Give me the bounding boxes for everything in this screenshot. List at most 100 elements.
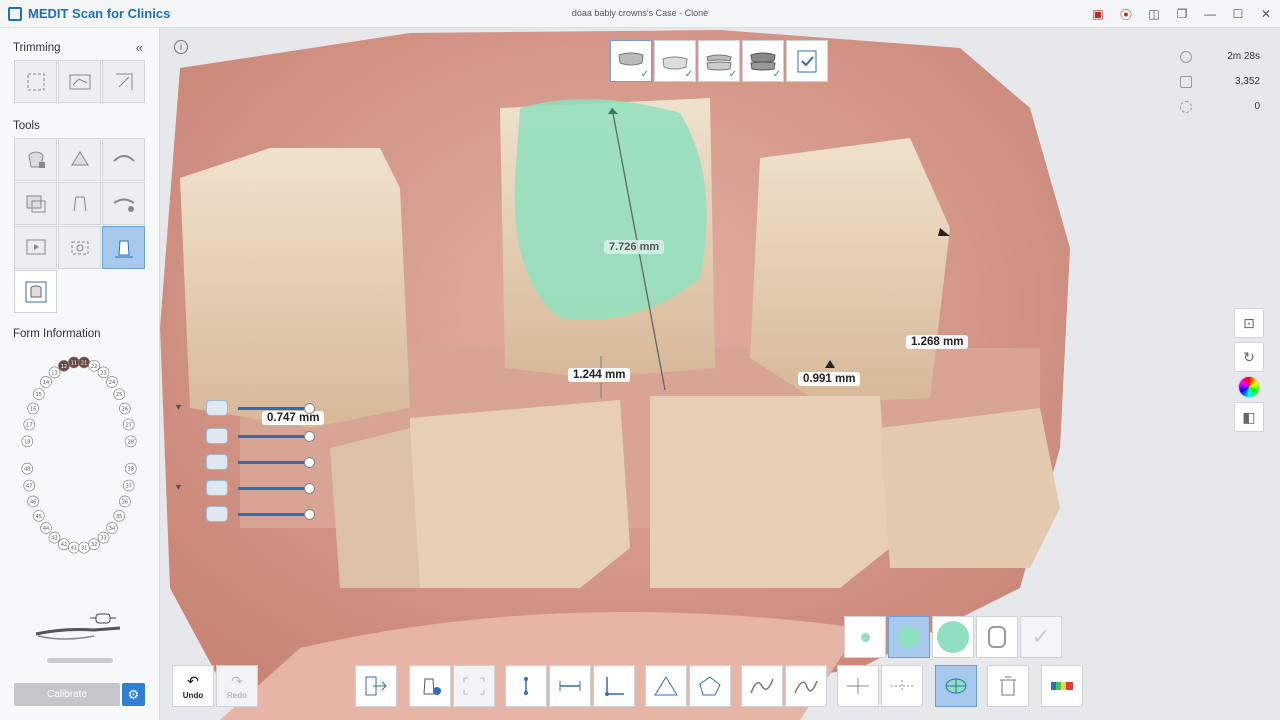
fill-hole-tool[interactable] xyxy=(58,138,101,181)
slider-handle[interactable] xyxy=(304,431,315,442)
play-tool[interactable] xyxy=(14,226,57,269)
tooth-layer-icon[interactable] xyxy=(206,454,228,470)
brush-large[interactable] xyxy=(932,616,974,658)
tooth-45[interactable]: 45 xyxy=(32,509,45,522)
tooth-48[interactable]: 48 xyxy=(21,462,34,475)
upper-jaw-icon[interactable] xyxy=(206,400,228,416)
opacity-slider[interactable] xyxy=(238,513,310,516)
cross-section-button[interactable] xyxy=(837,665,879,707)
vertical-distance-button[interactable] xyxy=(505,665,547,707)
tooth-44[interactable]: 44 xyxy=(40,522,52,534)
curve-measure-2-button[interactable] xyxy=(785,665,827,707)
slider-handle[interactable] xyxy=(304,403,315,414)
measurement-gap-right[interactable]: 0.991 mm xyxy=(798,372,861,386)
opacity-slider[interactable] xyxy=(238,407,310,410)
triangle-measure-button[interactable] xyxy=(645,665,687,707)
delete-button[interactable] xyxy=(987,665,1029,707)
lower-jaw-icon[interactable] xyxy=(206,480,228,496)
trim-lasso-tool[interactable] xyxy=(58,60,101,103)
opacity-slider[interactable] xyxy=(238,487,310,490)
measurement-height[interactable]: 7.726 mm xyxy=(604,240,665,254)
cylinder-tool[interactable] xyxy=(14,270,57,313)
exit-tool-button[interactable] xyxy=(355,665,397,707)
tooth-23[interactable]: 23 xyxy=(97,366,110,379)
tooth-35[interactable]: 35 xyxy=(113,509,126,522)
cross-section-2-button[interactable] xyxy=(881,665,923,707)
tooth-13[interactable]: 13 xyxy=(48,366,61,379)
tooth-42[interactable]: 42 xyxy=(58,538,70,551)
maximize-button[interactable]: ☐ xyxy=(1224,0,1252,28)
tooth-46[interactable]: 46 xyxy=(27,495,39,508)
step-lower-jaw[interactable]: ✓ xyxy=(654,40,696,82)
tooth-26[interactable]: 26 xyxy=(119,402,131,415)
trim-box-tool[interactable] xyxy=(14,60,57,103)
tooth-36[interactable]: 36 xyxy=(119,495,131,508)
tooth-43[interactable]: 43 xyxy=(48,531,61,544)
slider-handle[interactable] xyxy=(304,483,315,494)
tooth-17[interactable]: 17 xyxy=(23,418,36,431)
step-bite[interactable]: ✓ xyxy=(742,40,784,82)
compare-tool[interactable] xyxy=(14,182,57,225)
angle-distance-button[interactable] xyxy=(593,665,635,707)
tooth-21[interactable]: 21 xyxy=(78,356,90,369)
tooth-34[interactable]: 34 xyxy=(106,522,118,534)
arch-tool[interactable] xyxy=(102,138,145,181)
redo-button[interactable]: ↷ Redo xyxy=(216,665,258,707)
tooth-22[interactable]: 22 xyxy=(88,359,100,372)
slider-handle[interactable] xyxy=(304,457,315,468)
collapse-panel-icon[interactable]: « xyxy=(136,40,143,55)
heatmap-button[interactable] xyxy=(1041,665,1083,707)
tooth-11[interactable]: 11 xyxy=(68,356,80,369)
opacity-slider[interactable] xyxy=(238,435,310,438)
tooth-14[interactable]: 14 xyxy=(40,376,52,388)
capture-tool[interactable] xyxy=(58,226,101,269)
tooth-18[interactable]: 18 xyxy=(21,435,34,448)
measurement-gap-center[interactable]: 1.244 mm xyxy=(568,368,631,382)
tooth-16[interactable]: 16 xyxy=(27,402,39,415)
screen-record-icon[interactable]: ▣ xyxy=(1084,0,1112,28)
gear-icon[interactable]: ⚙ xyxy=(122,683,145,706)
lower-pre-icon[interactable] xyxy=(206,506,228,522)
tooth-12[interactable]: 12 xyxy=(58,359,70,372)
tooth-47[interactable]: 47 xyxy=(23,479,36,492)
tooth-38[interactable]: 38 xyxy=(124,462,137,475)
step-upper-jaw[interactable]: ✓ xyxy=(610,40,652,82)
record-button[interactable]: ⦿ xyxy=(1112,0,1140,28)
screenshot-icon[interactable]: ◫ xyxy=(1140,0,1168,28)
camera-view-icon[interactable]: ⊡ xyxy=(1234,308,1264,338)
tooth-41[interactable]: 41 xyxy=(68,541,80,554)
close-button[interactable]: ✕ xyxy=(1252,0,1280,28)
caret-down-icon[interactable]: ▼ xyxy=(174,402,183,412)
dental-scan-model[interactable] xyxy=(160,28,1280,720)
rotate-icon[interactable]: ↻ xyxy=(1234,342,1264,372)
tooth-31[interactable]: 31 xyxy=(78,541,90,554)
measure-tool[interactable] xyxy=(102,226,145,269)
add-tooth-button[interactable] xyxy=(409,665,451,707)
undo-button[interactable]: ↶ Undo xyxy=(172,665,214,707)
step-review[interactable] xyxy=(786,40,828,82)
curve-measure-button[interactable] xyxy=(741,665,783,707)
margin-tool[interactable] xyxy=(58,182,101,225)
tooth-15[interactable]: 15 xyxy=(32,388,45,401)
polygon-measure-button[interactable] xyxy=(689,665,731,707)
info-icon[interactable]: i xyxy=(174,40,188,54)
area-paint-button[interactable] xyxy=(935,665,977,707)
tooth-37[interactable]: 37 xyxy=(122,479,135,492)
opacity-slider[interactable] xyxy=(238,461,310,464)
apply-check-icon[interactable]: ✓ xyxy=(1020,616,1062,658)
eraser-toggle-icon[interactable] xyxy=(976,616,1018,658)
trim-polygon-tool[interactable] xyxy=(102,60,145,103)
tooth-32[interactable]: 32 xyxy=(88,538,100,551)
caret-down-icon[interactable]: ▼ xyxy=(174,482,183,492)
brush-small[interactable] xyxy=(844,616,886,658)
horizontal-distance-button[interactable] xyxy=(549,665,591,707)
tooth-27[interactable]: 27 xyxy=(122,418,135,431)
step-occlusion[interactable]: ✓ xyxy=(698,40,740,82)
tooth-28[interactable]: 28 xyxy=(124,435,137,448)
3d-viewport[interactable]: i ✓ ✓ ✓ ✓ 2m 28s 3,352 0 ⊡ ↻ ◧ 7.726 mm … xyxy=(160,28,1280,720)
brush-medium[interactable] xyxy=(888,616,930,658)
cube-view-icon[interactable]: ◧ xyxy=(1234,402,1264,432)
occlusion-tool[interactable] xyxy=(102,182,145,225)
tooth-33[interactable]: 33 xyxy=(97,531,110,544)
calibrate-button[interactable]: Calibrate xyxy=(14,683,120,706)
